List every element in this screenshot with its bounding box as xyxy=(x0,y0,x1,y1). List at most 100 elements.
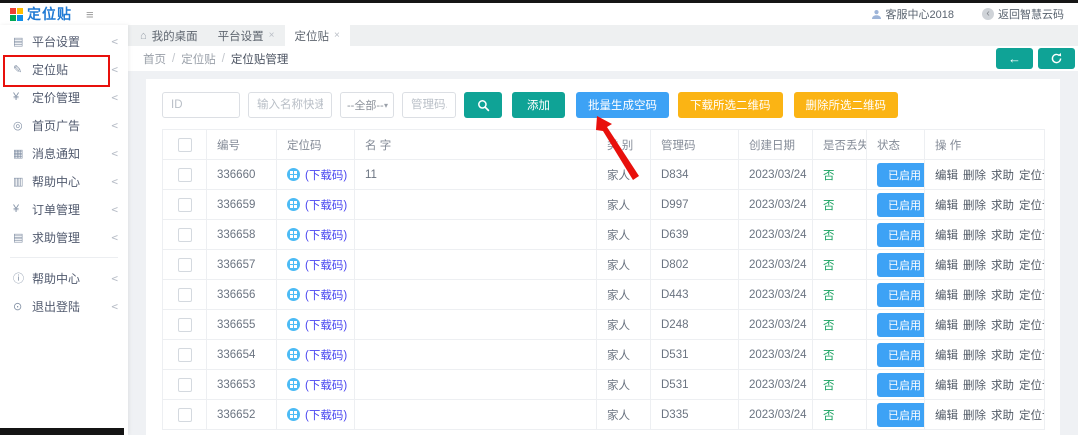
action-location-records[interactable]: 定位记录 xyxy=(1019,200,1045,212)
sidebar-item-platform-settings[interactable]: ▤平台设置< xyxy=(0,27,128,55)
search-button[interactable] xyxy=(464,92,502,118)
sidebar-item-homepage-ads[interactable]: ◎首页广告< xyxy=(0,111,128,139)
download-code-link[interactable]: (下载码) xyxy=(305,287,347,303)
action-location-records[interactable]: 定位记录 xyxy=(1019,260,1045,272)
return-cloud-link[interactable]: ‹ 返回智慧云码 xyxy=(982,6,1064,22)
download-code-link[interactable]: (下载码) xyxy=(305,167,347,183)
action-location-records[interactable]: 定位记录 xyxy=(1019,320,1045,332)
action-delete[interactable]: 删除 xyxy=(963,380,986,392)
row-checkbox[interactable] xyxy=(178,228,192,242)
sidebar-item-location-sticker[interactable]: ✎定位贴< xyxy=(0,55,128,83)
column-header: 管理码 xyxy=(651,130,739,160)
action-delete[interactable]: 删除 xyxy=(963,350,986,362)
close-icon[interactable]: × xyxy=(269,30,275,41)
action-delete[interactable]: 删除 xyxy=(963,410,986,422)
action-assist[interactable]: 求助 xyxy=(991,320,1014,332)
sidebar-item-order-management[interactable]: ¥订单管理< xyxy=(0,195,128,223)
action-edit[interactable]: 编辑 xyxy=(935,230,958,242)
row-checkbox[interactable] xyxy=(178,318,192,332)
action-edit[interactable]: 编辑 xyxy=(935,260,958,272)
manage-code-input[interactable] xyxy=(402,92,456,118)
download-selected-button[interactable]: 下载所选二维码 xyxy=(678,92,783,118)
delete-selected-button[interactable]: 删除所选二维码 xyxy=(794,92,899,118)
download-code-link[interactable]: (下载码) xyxy=(305,317,347,333)
action-assist[interactable]: 求助 xyxy=(991,350,1014,362)
sidebar-item-logout[interactable]: ⊙退出登陆< xyxy=(0,292,128,320)
action-edit[interactable]: 编辑 xyxy=(935,290,958,302)
row-checkbox[interactable] xyxy=(178,408,192,422)
status-enabled-button[interactable]: 已启用 xyxy=(877,343,925,367)
sidebar-item-help-docs[interactable]: ▥帮助中心< xyxy=(0,167,128,195)
action-edit[interactable]: 编辑 xyxy=(935,410,958,422)
batch-generate-button[interactable]: 批量生成空码 xyxy=(576,92,669,118)
sidebar-item-assist-management[interactable]: ▤求助管理< xyxy=(0,223,128,251)
action-delete[interactable]: 删除 xyxy=(963,320,986,332)
action-location-records[interactable]: 定位记录 xyxy=(1019,350,1045,362)
action-assist[interactable]: 求助 xyxy=(991,380,1014,392)
download-code-link[interactable]: (下载码) xyxy=(305,347,347,363)
download-code-link[interactable]: (下载码) xyxy=(305,257,347,273)
action-delete[interactable]: 删除 xyxy=(963,290,986,302)
cell-actions: 编辑删除求助定位记录 xyxy=(925,280,1045,310)
refresh-button[interactable] xyxy=(1038,48,1075,69)
action-assist[interactable]: 求助 xyxy=(991,170,1014,182)
status-enabled-button[interactable]: 已启用 xyxy=(877,373,925,397)
breadcrumb-item[interactable]: 定位贴 xyxy=(181,51,216,67)
action-assist[interactable]: 求助 xyxy=(991,290,1014,302)
sidebar-item-message-notifications[interactable]: ▦消息通知< xyxy=(0,139,128,167)
download-code-link[interactable]: (下载码) xyxy=(305,377,347,393)
tab-platform-settings[interactable]: 平台设置× xyxy=(208,25,285,46)
status-enabled-button[interactable]: 已启用 xyxy=(877,313,925,337)
status-enabled-button[interactable]: 已启用 xyxy=(877,223,925,247)
row-checkbox[interactable] xyxy=(178,258,192,272)
tab-location-sticker[interactable]: 定位贴× xyxy=(285,25,350,46)
select-all-checkbox[interactable] xyxy=(178,138,192,152)
action-delete[interactable]: 删除 xyxy=(963,170,986,182)
action-edit[interactable]: 编辑 xyxy=(935,170,958,182)
row-checkbox[interactable] xyxy=(178,348,192,362)
row-checkbox[interactable] xyxy=(178,288,192,302)
add-button[interactable]: 添加 xyxy=(512,92,565,118)
download-code-link[interactable]: (下载码) xyxy=(305,197,347,213)
close-icon[interactable]: × xyxy=(334,30,340,41)
sidebar-item-pricing-management[interactable]: ¥定价管理< xyxy=(0,83,128,111)
menu-toggle-icon[interactable]: ≡ xyxy=(86,7,94,22)
row-checkbox[interactable] xyxy=(178,378,192,392)
tab-my-desktop[interactable]: ⌂我的桌面 xyxy=(130,25,208,46)
action-assist[interactable]: 求助 xyxy=(991,410,1014,422)
name-search-input[interactable] xyxy=(248,92,332,118)
back-button[interactable]: ← xyxy=(996,48,1033,69)
filter-toolbar: --全部-- ▾ 添加 批量生成空码 下载所选二维码 删除所选二维码 xyxy=(162,92,1044,118)
action-edit[interactable]: 编辑 xyxy=(935,350,958,362)
customer-service-link[interactable]: 客服中心2018 xyxy=(871,6,954,22)
status-enabled-button[interactable]: 已启用 xyxy=(877,283,925,307)
status-enabled-button[interactable]: 已启用 xyxy=(877,253,925,277)
download-code-link[interactable]: (下载码) xyxy=(305,227,347,243)
action-location-records[interactable]: 定位记录 xyxy=(1019,290,1045,302)
download-code-link[interactable]: (下载码) xyxy=(305,407,347,423)
action-location-records[interactable]: 定位记录 xyxy=(1019,410,1045,422)
action-edit[interactable]: 编辑 xyxy=(935,380,958,392)
category-select[interactable]: --全部-- ▾ xyxy=(340,92,394,118)
action-assist[interactable]: 求助 xyxy=(991,230,1014,242)
status-enabled-button[interactable]: 已启用 xyxy=(877,163,925,187)
action-location-records[interactable]: 定位记录 xyxy=(1019,380,1045,392)
row-checkbox[interactable] xyxy=(178,198,192,212)
sidebar-item-help-center[interactable]: ⓘ帮助中心< xyxy=(0,264,128,292)
action-edit[interactable]: 编辑 xyxy=(935,200,958,212)
action-assist[interactable]: 求助 xyxy=(991,260,1014,272)
action-assist[interactable]: 求助 xyxy=(991,200,1014,212)
cell-code: (下载码) xyxy=(277,280,355,310)
row-checkbox[interactable] xyxy=(178,168,192,182)
breadcrumb-item[interactable]: 首页 xyxy=(143,51,166,67)
action-delete[interactable]: 删除 xyxy=(963,200,986,212)
app-logo[interactable]: 定位贴 xyxy=(10,4,72,24)
action-delete[interactable]: 删除 xyxy=(963,230,986,242)
action-location-records[interactable]: 定位记录 xyxy=(1019,170,1045,182)
action-location-records[interactable]: 定位记录 xyxy=(1019,230,1045,242)
action-edit[interactable]: 编辑 xyxy=(935,320,958,332)
status-enabled-button[interactable]: 已启用 xyxy=(877,193,925,217)
id-input[interactable] xyxy=(162,92,240,118)
action-delete[interactable]: 删除 xyxy=(963,260,986,272)
status-enabled-button[interactable]: 已启用 xyxy=(877,403,925,427)
